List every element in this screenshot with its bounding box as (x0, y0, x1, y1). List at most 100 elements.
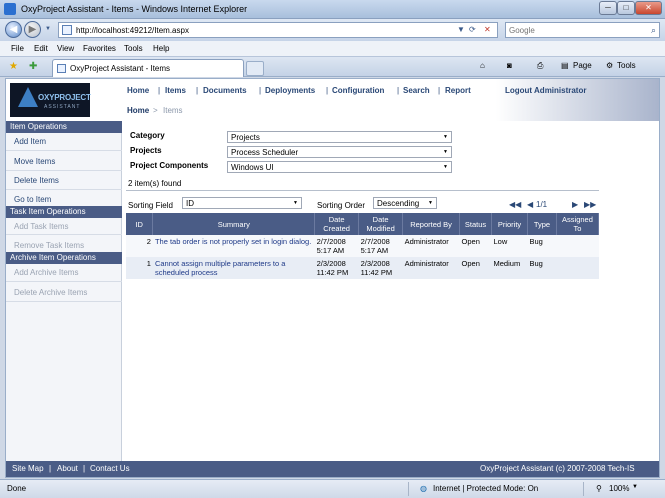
cell-summary-link[interactable]: The tab order is not properly set in log… (152, 235, 315, 257)
internet-zone-icon: ◍ (420, 484, 427, 493)
cell-type: Bug (527, 235, 557, 257)
history-dropdown-icon[interactable]: ▼ (45, 26, 51, 32)
col-header-priority[interactable]: Priority (491, 213, 528, 235)
forward-button[interactable]: ▶ (24, 21, 41, 38)
tab-oxyproject-items[interactable]: OxyProject Assistant - Items (52, 59, 244, 77)
feeds-icon[interactable]: ◙ (507, 61, 512, 70)
menu-favorites[interactable]: Favorites (83, 44, 116, 53)
zoom-dropdown-icon[interactable]: ▼ (632, 484, 638, 490)
maximize-button[interactable]: □ (617, 1, 635, 15)
sidebar-delete-archive-items[interactable]: Delete Archive Items (14, 288, 87, 297)
nav-deployments[interactable]: Deployments (265, 86, 315, 95)
pager-next-icon[interactable]: ▶ (572, 200, 578, 209)
nav-items[interactable]: Items (165, 86, 186, 95)
projects-label: Projects (130, 146, 162, 155)
cell-id: 1 (126, 257, 153, 279)
col-header-status[interactable]: Status (459, 213, 493, 235)
footer-about[interactable]: About (57, 464, 78, 473)
cell-priority: Low (491, 235, 528, 257)
page-menu-button[interactable]: Page (573, 61, 592, 70)
search-input[interactable] (509, 24, 639, 36)
col-header-type[interactable]: Type (527, 213, 557, 235)
close-button[interactable]: ✕ (635, 1, 662, 15)
stop-icon[interactable]: ✕ (484, 25, 491, 34)
sidebar-go-to-item[interactable]: Go to Item (14, 195, 51, 204)
tools-gear-icon: ⚙ (606, 61, 614, 70)
new-tab-button[interactable] (246, 61, 264, 76)
ie-icon (4, 3, 16, 15)
menu-edit[interactable]: Edit (34, 44, 48, 53)
col-header-reported-by[interactable]: Reported By (402, 213, 461, 235)
projects-select[interactable]: Process Scheduler (227, 146, 452, 158)
sorting-order-select[interactable]: Descending (373, 197, 437, 209)
zoom-level[interactable]: 100% (609, 484, 629, 493)
cell-date-created: 2/7/2008 5:17 AM (314, 235, 359, 257)
address-field[interactable]: http://localhost:49212/Item.aspx ▼ ⟳ ✕ (58, 22, 498, 38)
favorites-star-icon[interactable]: ★ (9, 61, 18, 72)
refresh-icon[interactable]: ⟳ (469, 25, 476, 34)
sidebar-move-items[interactable]: Move Items (14, 157, 55, 166)
cell-status: Open (459, 257, 492, 279)
minimize-button[interactable]: ─ (599, 1, 617, 15)
search-icon[interactable]: ⌕ (651, 25, 656, 36)
sidebar-add-item[interactable]: Add Item (14, 137, 46, 146)
zoom-icon: ⚲ (596, 484, 602, 493)
address-dropdown-icon[interactable]: ▼ (457, 25, 465, 34)
col-header-summary[interactable]: Summary (152, 213, 316, 235)
status-text: Done (7, 484, 27, 493)
back-button[interactable]: ◀ (5, 21, 22, 38)
cell-id: 2 (126, 235, 153, 257)
category-label: Category (130, 131, 165, 140)
site-footer: Site Map | About | Contact Us OxyProject… (6, 461, 659, 477)
menu-view[interactable]: View (57, 44, 74, 53)
table-row[interactable]: 1 Cannot assign multiple parameters to a… (126, 257, 599, 279)
home-icon[interactable]: ⌂ (480, 61, 485, 70)
sidebar-header-archive-operations: Archive Item Operations (6, 252, 122, 264)
cell-date-modified: 2/3/2008 11:42 PM (358, 257, 403, 279)
security-zone-text: Internet | Protected Mode: On (433, 484, 539, 493)
table-row[interactable]: 2 The tab order is not properly set in l… (126, 235, 599, 257)
sidebar-add-task-items[interactable]: Add Task Items (14, 222, 69, 231)
breadcrumb-current: Items (163, 106, 183, 115)
pager-first-icon[interactable]: ◀◀ (509, 200, 521, 209)
footer-copyright: OxyProject Assistant (c) 2007-2008 Tech-… (480, 464, 635, 473)
nav-search[interactable]: Search (403, 86, 430, 95)
menu-bar: File Edit View Favorites Tools Help (0, 41, 665, 57)
table-header-row: ID Summary Date Created Date Modified Re… (126, 213, 600, 235)
col-header-date-modified[interactable]: Date Modified (358, 213, 404, 235)
logo-mark-icon (18, 87, 38, 107)
tools-menu-button[interactable]: Tools (617, 61, 636, 70)
sidebar-add-archive-items[interactable]: Add Archive Items (14, 268, 78, 277)
add-favorites-icon[interactable]: ✚ (29, 61, 37, 72)
col-header-id[interactable]: ID (126, 213, 154, 235)
category-select[interactable]: Projects (227, 131, 452, 143)
search-box[interactable]: ⌕ (505, 22, 660, 38)
menu-help[interactable]: Help (153, 44, 169, 53)
cell-reported-by: Administrator (402, 257, 460, 279)
col-header-date-created[interactable]: Date Created (314, 213, 360, 235)
col-header-assigned-to[interactable]: Assigned To (556, 213, 600, 235)
nav-home[interactable]: Home (127, 86, 149, 95)
footer-contact-us[interactable]: Contact Us (90, 464, 130, 473)
menu-file[interactable]: File (11, 44, 24, 53)
cell-priority: Medium (491, 257, 528, 279)
pager-last-icon[interactable]: ▶▶ (584, 200, 596, 209)
nav-configuration[interactable]: Configuration (332, 86, 384, 95)
menu-tools[interactable]: Tools (124, 44, 143, 53)
cell-summary-link[interactable]: Cannot assign multiple parameters to a s… (152, 257, 315, 279)
footer-site-map[interactable]: Site Map (12, 464, 44, 473)
breadcrumb-separator: > (153, 106, 158, 115)
nav-documents[interactable]: Documents (203, 86, 247, 95)
sidebar-delete-items[interactable]: Delete Items (14, 176, 59, 185)
tab-bar: ★ ✚ OxyProject Assistant - Items ⌂ ◙ ⎙ ▤… (0, 57, 665, 77)
sidebar-remove-task-items[interactable]: Remove Task Items (14, 241, 84, 250)
window-title-bar: OxyProject Assistant - Items - Windows I… (0, 0, 665, 19)
logout-link[interactable]: Logout Administrator (505, 86, 586, 95)
sorting-field-select[interactable]: ID (182, 197, 302, 209)
address-bar-row: ◀ ▶ ▼ http://localhost:49212/Item.aspx ▼… (0, 19, 665, 41)
breadcrumb-home[interactable]: Home (127, 106, 149, 115)
components-select[interactable]: Windows UI (227, 161, 452, 173)
pager-prev-icon[interactable]: ◀ (527, 200, 533, 209)
nav-report[interactable]: Report (445, 86, 471, 95)
print-icon[interactable]: ⎙ (537, 61, 543, 71)
